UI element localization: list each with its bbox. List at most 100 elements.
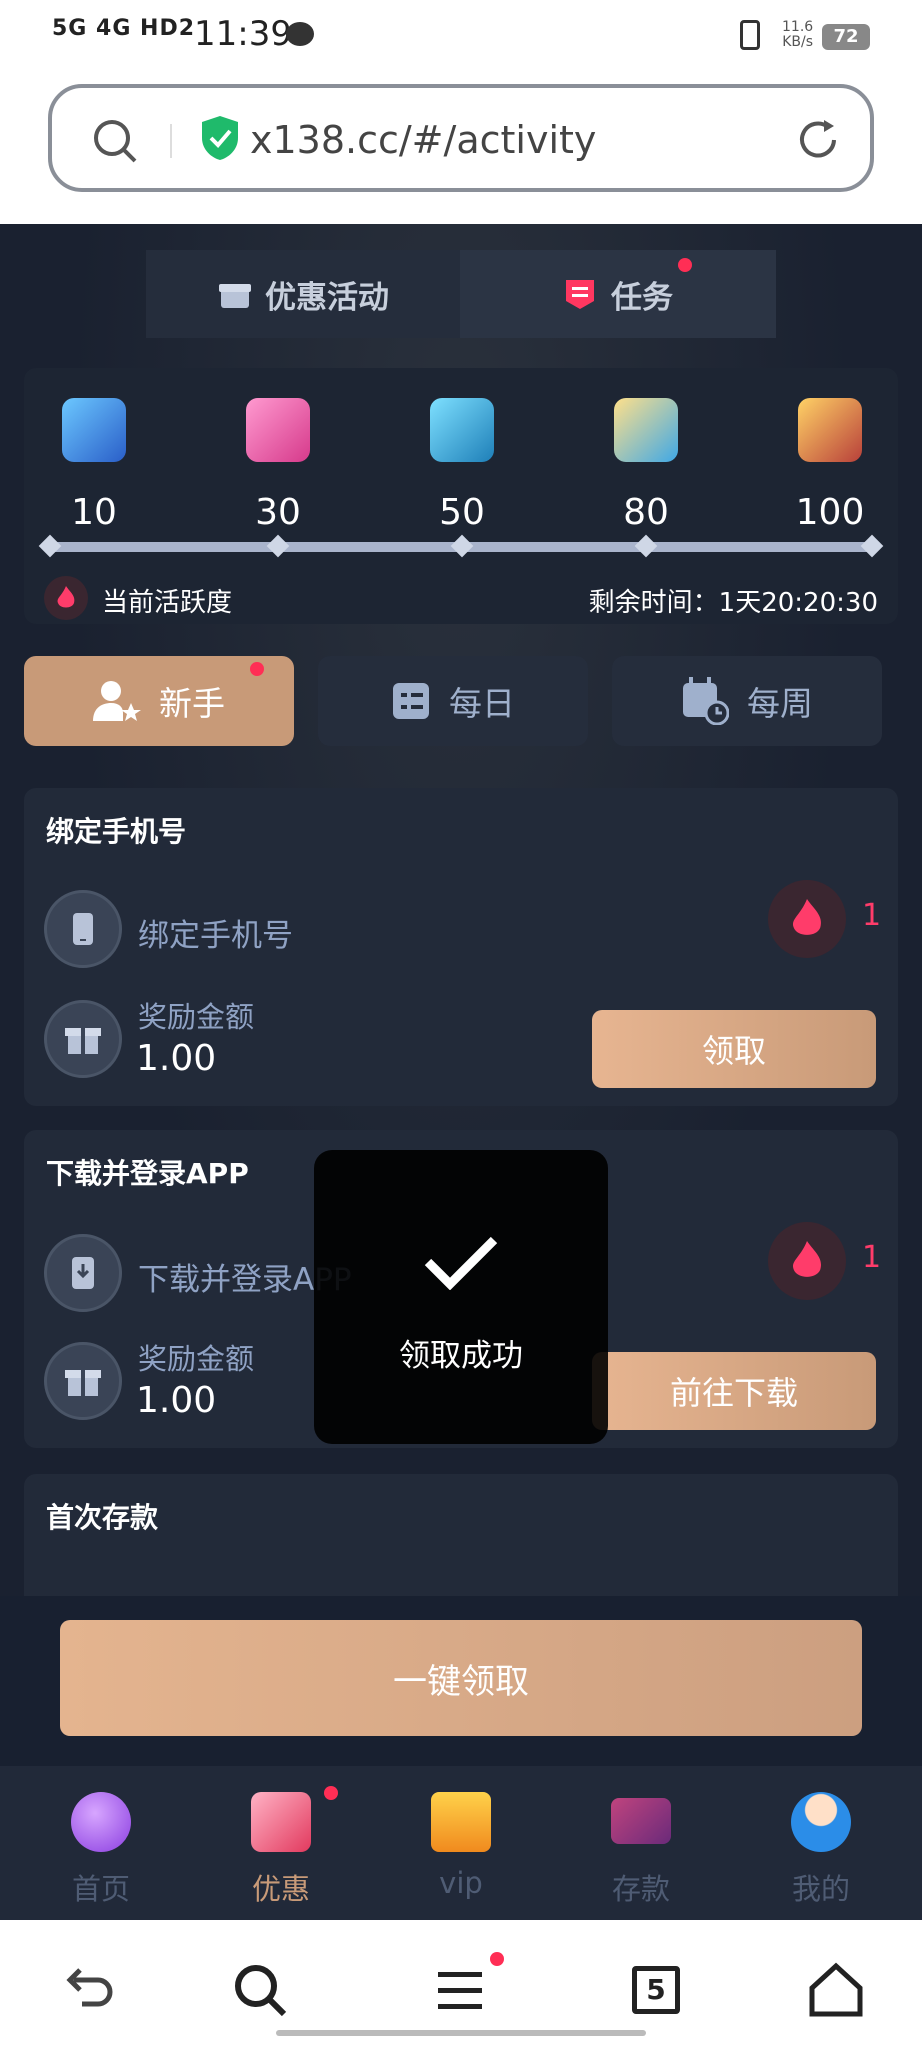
claim-button[interactable]: 领取 (592, 1010, 876, 1088)
gift-box-icon[interactable] (614, 398, 678, 462)
back-icon[interactable] (58, 1960, 118, 2020)
tab-label: 首页 (71, 1872, 130, 1906)
category-newbie[interactable]: 新手 (24, 656, 294, 746)
gift-box-icon[interactable] (430, 398, 494, 462)
wechat-icon (286, 22, 314, 46)
home-icon[interactable] (806, 1960, 866, 2020)
track-marker (38, 534, 62, 558)
track-marker (860, 534, 884, 558)
tab-label: 我的 (791, 1872, 850, 1906)
crown-icon (431, 1792, 491, 1852)
reward-label: 奖励金额 (138, 1000, 255, 1034)
gift-box-icon (219, 284, 251, 308)
gift-box-icon[interactable] (798, 398, 862, 462)
track-marker (266, 534, 290, 558)
network-speed-value: 11.6 (782, 19, 814, 35)
remaining-time-value: 1天20:20:30 (718, 588, 878, 618)
signal-indicator: 5G 4G HD2 (52, 16, 196, 41)
menu-icon[interactable] (430, 1960, 490, 2020)
tab-profile[interactable]: 我的 (746, 1766, 896, 1920)
activity-points: 1 (862, 898, 882, 933)
card-icon (611, 1798, 671, 1844)
top-tabs: 优惠活动 任务 (146, 250, 776, 338)
avatar-icon (791, 1792, 851, 1852)
level-label: 80 (623, 492, 669, 533)
vibrate-icon (740, 20, 760, 50)
tab-label: 存款 (611, 1872, 670, 1906)
network-speed: 11.6 KB/s (782, 20, 813, 50)
fire-icon (768, 1222, 846, 1300)
task-name: 绑定手机号 (138, 918, 293, 954)
level-label: 100 (795, 492, 865, 533)
activity-page: 优惠活动 任务 10 30 50 80 100 当前活跃度 剩余时间：1天20:… (0, 224, 922, 1920)
notification-dot (250, 662, 264, 676)
checkmark-icon (424, 1236, 498, 1290)
tab-tasks-label: 任务 (611, 279, 673, 316)
calendar-clock-icon (683, 677, 729, 725)
address-bar[interactable]: x138.cc/#/activity (48, 84, 874, 192)
url-text[interactable]: x138.cc/#/activity (250, 118, 596, 162)
category-label: 新手 (159, 684, 225, 723)
reward-amount: 1.00 (136, 1038, 217, 1079)
gesture-handle (276, 2030, 646, 2036)
network-speed-unit: KB/s (782, 34, 813, 50)
go-download-button[interactable]: 前往下载 (592, 1352, 876, 1430)
gift-box-icon[interactable] (246, 398, 310, 462)
tab-label: vip (439, 1866, 483, 1900)
home-cursor-icon (71, 1792, 131, 1852)
notification-dot (678, 258, 692, 272)
gift-icon (251, 1792, 311, 1852)
download-icon (44, 1234, 122, 1312)
category-label: 每日 (449, 684, 515, 723)
tab-tasks[interactable]: 任务 (460, 250, 776, 338)
tab-label: 优惠 (251, 1872, 310, 1906)
clock: 11:39 (194, 14, 292, 54)
search-icon[interactable] (230, 1960, 290, 2020)
track-marker (450, 534, 474, 558)
notification-dot (324, 1786, 338, 1800)
search-icon[interactable] (92, 118, 138, 164)
remaining-time: 剩余时间：1天20:20:30 (589, 582, 878, 619)
task-badge-icon (566, 280, 594, 309)
status-bar: 5G 4G HD2 11:39 11.6 KB/s 72 (0, 0, 922, 72)
tab-promotions[interactable]: 优惠活动 (146, 250, 462, 338)
secure-shield-icon (202, 116, 238, 160)
claim-all-button[interactable]: 一键领取 (60, 1620, 862, 1736)
tab-promotions-label: 优惠活动 (265, 279, 389, 316)
tab-vip[interactable]: vip (386, 1766, 536, 1920)
task-title: 绑定手机号 (46, 815, 187, 848)
gift-box-icon[interactable] (62, 398, 126, 462)
bottom-tab-bar: 首页 优惠 vip 存款 我的 (0, 1766, 922, 1920)
tabs-button[interactable]: 5 (632, 1966, 680, 2014)
gift-icon (44, 1000, 122, 1078)
fire-icon (768, 880, 846, 958)
task-card: 绑定手机号 绑定手机号 1 奖励金额 1.00 领取 (24, 788, 898, 1106)
checklist-icon (393, 683, 429, 719)
category-weekly[interactable]: 每周 (612, 656, 882, 746)
task-title: 首次存款 (46, 1501, 159, 1534)
category-label: 每周 (747, 684, 813, 723)
reward-label: 奖励金额 (138, 1342, 255, 1376)
toast-message: 领取成功 (399, 1338, 523, 1374)
gift-icon (44, 1342, 122, 1420)
activity-progress-panel: 10 30 50 80 100 当前活跃度 剩余时间：1天20:20:30 (24, 368, 898, 624)
remaining-time-label: 剩余时间： (588, 588, 719, 618)
level-label: 30 (255, 492, 301, 533)
task-title: 下载并登录APP (46, 1157, 249, 1190)
battery-indicator: 72 (822, 24, 870, 50)
track-marker (634, 534, 658, 558)
level-label: 50 (439, 492, 485, 533)
reward-amount: 1.00 (136, 1380, 217, 1421)
tab-promotions-nav[interactable]: 优惠 (206, 1766, 356, 1920)
user-star-icon (93, 681, 141, 721)
tab-deposit[interactable]: 存款 (566, 1766, 716, 1920)
reload-icon[interactable] (794, 116, 842, 164)
activity-points: 1 (862, 1240, 882, 1275)
category-daily[interactable]: 每日 (318, 656, 588, 746)
current-activity-label: 当前活跃度 (102, 588, 233, 618)
divider (170, 124, 172, 158)
system-nav-bar: 5 (0, 1920, 922, 2048)
fire-icon (44, 576, 88, 620)
tab-home[interactable]: 首页 (26, 1766, 176, 1920)
level-label: 10 (71, 492, 117, 533)
